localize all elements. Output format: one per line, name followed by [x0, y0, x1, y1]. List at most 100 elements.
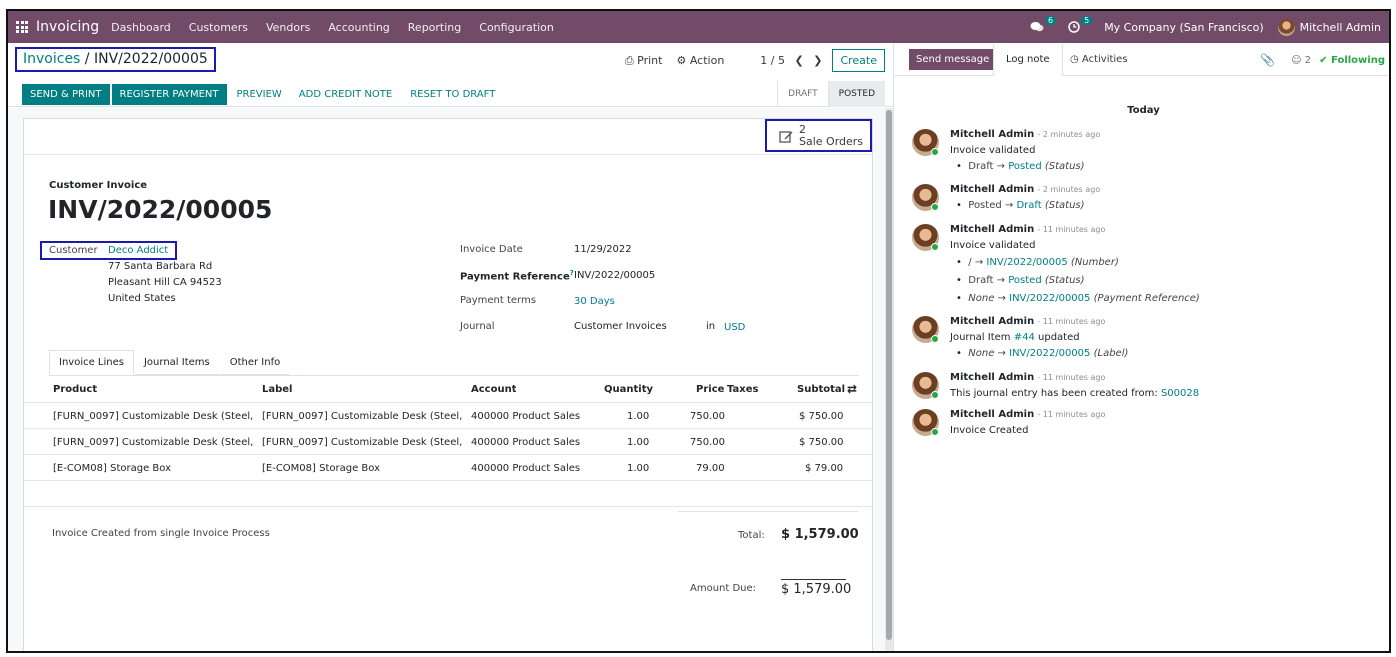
add-credit-note-button[interactable]: ADD CREDIT NOTE [299, 89, 392, 100]
activities-systray[interactable]: 5 [1068, 16, 1093, 33]
tracking-old-value: None [968, 293, 995, 304]
payment-reference-value[interactable]: INV/2022/00005 [574, 270, 655, 281]
column-toggle-icon[interactable]: ⇄ [847, 382, 857, 396]
status-step-posted[interactable]: POSTED [827, 81, 885, 107]
action-label: Action [689, 54, 725, 67]
arrow-right-icon: → [997, 293, 1006, 304]
journal-label: Journal [460, 321, 495, 332]
message-body: This journal entry has been created from… [950, 386, 1380, 402]
send-print-button[interactable]: SEND & PRINT [22, 83, 110, 105]
tracking-value: • None → INV/2022/00005 (Label) [956, 348, 1129, 359]
messages-count-badge: 6 [1045, 16, 1057, 25]
create-button[interactable]: Create [832, 49, 885, 72]
arrow-right-icon: → [974, 257, 984, 268]
message-author[interactable]: Mitchell Admin [950, 224, 1034, 235]
menu-vendors[interactable]: Vendors [266, 21, 310, 34]
company-switcher[interactable]: My Company (San Francisco) [1104, 21, 1263, 34]
activities-button[interactable]: ◷ Activities [1070, 54, 1128, 65]
sale-order-link[interactable]: S00028 [1161, 388, 1199, 399]
paperclip-icon[interactable]: 📎 [1260, 53, 1275, 67]
tracking-old-value: Draft [968, 275, 994, 286]
table-row[interactable]: [FURN_0097] Customizable Desk (Steel, ..… [24, 403, 872, 429]
header-quantity[interactable]: Quantity [604, 384, 653, 395]
invoice-narration[interactable]: Invoice Created from single Invoice Proc… [52, 528, 270, 539]
tab-invoice-lines[interactable]: Invoice Lines [49, 350, 134, 375]
invoice-date-value[interactable]: 11/29/2022 [574, 244, 632, 255]
amount-due-label: Amount Due: [690, 583, 757, 594]
status-steps: DRAFT POSTED [777, 81, 885, 107]
chat-bubbles-icon [1030, 22, 1044, 32]
tracking-new-value: Draft [1016, 200, 1042, 211]
following-button[interactable]: ✔ Following [1319, 55, 1385, 66]
breadcrumb-invoices-link[interactable]: Invoices [23, 51, 80, 67]
table-row[interactable]: [E-COM08] Storage Box [E-COM08] Storage … [24, 455, 872, 481]
cell-label: [FURN_0097] Customizable Desk (Steel, ..… [262, 411, 462, 422]
online-status-icon [931, 335, 939, 343]
message-time: - 2 minutes ago [1037, 130, 1101, 139]
payment-terms-link[interactable]: 30 Days [574, 296, 615, 307]
total-value: $ 1,579.00 [781, 527, 859, 542]
message-author[interactable]: Mitchell Admin [950, 129, 1034, 140]
log-note-button[interactable]: Log note [993, 44, 1063, 76]
status-step-draft[interactable]: DRAFT [777, 81, 828, 107]
tracking-value: • None → INV/2022/00005 (Payment Referen… [956, 293, 1200, 304]
send-message-button[interactable]: Send message [909, 49, 997, 70]
message-body: Invoice validated [950, 240, 1036, 251]
header-label[interactable]: Label [262, 384, 293, 395]
menu-customers[interactable]: Customers [189, 21, 248, 34]
messages-systray[interactable]: 6 [1030, 16, 1057, 33]
message-text: updated [1034, 332, 1080, 343]
message-author[interactable]: Mitchell Admin [950, 409, 1034, 420]
register-payment-button[interactable]: REGISTER PAYMENT [111, 83, 227, 105]
user-menu[interactable]: Mitchell Admin [1277, 18, 1381, 36]
tab-journal-items[interactable]: Journal Items [133, 350, 220, 375]
address-line-1: 77 Santa Barbara Rd [108, 261, 213, 272]
tab-other-info[interactable]: Other Info [219, 350, 291, 375]
date-separator: Today [1127, 105, 1160, 116]
message-author[interactable]: Mitchell Admin [950, 184, 1034, 195]
form-scrollbar[interactable] [885, 108, 893, 651]
table-row[interactable]: [FURN_0097] Customizable Desk (Steel, ..… [24, 429, 872, 455]
header-subtotal[interactable]: Subtotal [797, 384, 845, 395]
menu-configuration[interactable]: Configuration [479, 21, 554, 34]
sale-orders-smart-button[interactable]: 2 Sale Orders [765, 119, 872, 152]
activities-label: Activities [1081, 54, 1128, 65]
header-price[interactable]: Price [696, 384, 724, 395]
chatter-tools: 📎 ☺ 2 ✔ Following [1260, 53, 1385, 67]
control-panel: Invoices / INV/2022/00005 ⎙ Print ⚙ Acti… [8, 43, 893, 107]
pager-previous-icon[interactable]: ❮ [795, 54, 804, 67]
header-taxes[interactable]: Taxes [727, 384, 758, 395]
message-author[interactable]: Mitchell Admin [950, 372, 1034, 383]
tracking-old-value: / [968, 257, 972, 268]
header-product[interactable]: Product [53, 384, 97, 395]
scrollbar-thumb[interactable] [886, 110, 892, 640]
cell-label: [E-COM08] Storage Box [262, 463, 381, 474]
preview-button[interactable]: PREVIEW [237, 89, 282, 100]
pager-value[interactable]: 1 / 5 [760, 54, 785, 67]
tracking-field: (Status) [1044, 200, 1085, 211]
tracking-field: (Status) [1044, 161, 1085, 172]
apps-menu-icon[interactable] [16, 21, 28, 33]
followers-button[interactable]: ☺ 2 [1291, 55, 1311, 66]
journal-value[interactable]: Customer Invoices [574, 321, 667, 332]
currency-link[interactable]: USD [724, 322, 745, 333]
arrow-right-icon: → [1004, 200, 1014, 211]
table-empty-row[interactable] [24, 481, 872, 507]
menu-accounting[interactable]: Accounting [328, 21, 389, 34]
action-button[interactable]: ⚙ Action [676, 54, 724, 67]
menu-dashboard[interactable]: Dashboard [111, 21, 171, 34]
message-text: Journal Item [950, 332, 1014, 343]
header-account[interactable]: Account [471, 384, 516, 395]
tracking-value: • Draft → Posted (Status) [956, 161, 1085, 172]
print-button[interactable]: ⎙ Print [625, 54, 663, 68]
app-name[interactable]: Invoicing [36, 19, 99, 35]
pager-next-icon[interactable]: ❯ [813, 54, 822, 67]
customer-link[interactable]: Deco Addict [108, 245, 168, 256]
journal-item-link[interactable]: #44 [1014, 332, 1035, 343]
total-label: Total: [738, 530, 765, 541]
reset-to-draft-button[interactable]: RESET TO DRAFT [410, 89, 495, 100]
message-author[interactable]: Mitchell Admin [950, 316, 1034, 327]
message-time: - 11 minutes ago [1037, 225, 1106, 234]
cell-quantity: 1.00 [627, 437, 650, 448]
menu-reporting[interactable]: Reporting [408, 21, 461, 34]
